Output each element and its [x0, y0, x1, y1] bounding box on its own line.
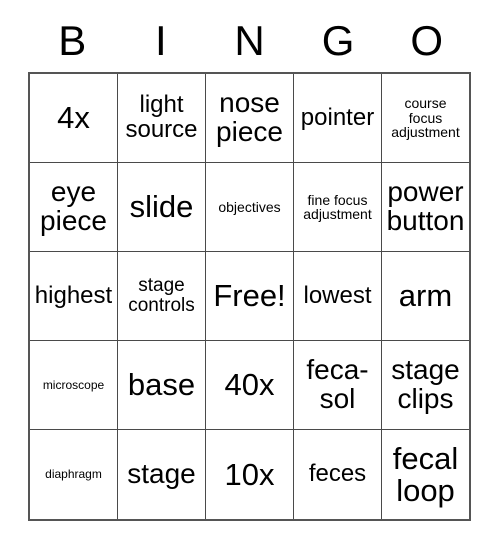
bingo-cell-g4[interactable]: feca- sol: [294, 341, 382, 429]
bingo-cell-label: diaphragm: [45, 467, 102, 482]
bingo-cell-i2[interactable]: slide: [118, 163, 206, 251]
bingo-cell-label: 10x: [224, 456, 275, 492]
bingo-cell-label: nose piece: [216, 87, 283, 147]
bingo-row-4: microscope base 40x feca- sol stage clip…: [30, 341, 469, 430]
bingo-cell-o4[interactable]: stage clips: [382, 341, 469, 429]
bingo-row-2: eye piece slide objectives fine focus ad…: [30, 163, 469, 252]
bingo-cell-g3[interactable]: lowest: [294, 252, 382, 340]
bingo-header-letter-g: G: [321, 17, 355, 64]
bingo-header-letter-o: O: [410, 17, 443, 64]
bingo-cell-n1[interactable]: nose piece: [206, 74, 294, 162]
bingo-grid: 4x light source nose piece pointer cours…: [28, 72, 471, 521]
bingo-cell-label: stage: [127, 458, 196, 490]
bingo-cell-b4[interactable]: microscope: [30, 341, 118, 429]
bingo-header-letter-n: N: [234, 17, 265, 64]
bingo-cell-g5[interactable]: feces: [294, 430, 382, 519]
bingo-header-letter-i: I: [155, 17, 167, 64]
bingo-cell-label: feca- sol: [306, 354, 369, 414]
bingo-cell-label: eye piece: [40, 176, 107, 236]
bingo-cell-o5[interactable]: fecal loop: [382, 430, 469, 519]
bingo-cell-b2[interactable]: eye piece: [30, 163, 118, 251]
bingo-cell-b1[interactable]: 4x: [30, 74, 118, 162]
bingo-card: B I N G O 4x light source nose piece poi…: [28, 10, 471, 521]
bingo-cell-label: power button: [386, 176, 465, 236]
bingo-header-letter-b: B: [58, 17, 87, 64]
bingo-cell-label: light source: [125, 91, 198, 143]
bingo-cell-o1[interactable]: course focus adjustment: [382, 74, 469, 162]
bingo-cell-label: arm: [398, 278, 453, 314]
bingo-cell-label: lowest: [303, 281, 372, 309]
bingo-cell-g1[interactable]: pointer: [294, 74, 382, 162]
bingo-cell-n2[interactable]: objectives: [206, 163, 294, 251]
bingo-cell-label: objectives: [218, 198, 281, 215]
bingo-cell-free-space[interactable]: Free!: [206, 252, 294, 340]
bingo-cell-label: fine focus adjustment: [303, 191, 372, 222]
bingo-cell-o2[interactable]: power button: [382, 163, 469, 251]
bingo-cell-label: 4x: [57, 100, 90, 136]
bingo-cell-label: slide: [129, 189, 194, 225]
bingo-cell-label: base: [127, 367, 196, 403]
bingo-cell-g2[interactable]: fine focus adjustment: [294, 163, 382, 251]
bingo-header-row: B I N G O: [28, 10, 471, 72]
bingo-cell-n5[interactable]: 10x: [206, 430, 294, 519]
bingo-cell-i3[interactable]: stage controls: [118, 252, 206, 340]
bingo-cell-n4[interactable]: 40x: [206, 341, 294, 429]
bingo-cell-i1[interactable]: light source: [118, 74, 206, 162]
bingo-cell-label: stage clips: [391, 354, 460, 414]
bingo-free-space-label: Free!: [213, 278, 286, 314]
bingo-row-1: 4x light source nose piece pointer cours…: [30, 74, 469, 163]
bingo-cell-label: course focus adjustment: [391, 95, 460, 141]
bingo-cell-label: stage controls: [128, 275, 195, 316]
bingo-cell-i5[interactable]: stage: [118, 430, 206, 519]
bingo-cell-label: 40x: [224, 367, 275, 403]
bingo-cell-label: pointer: [300, 103, 375, 131]
bingo-cell-label: highest: [34, 281, 113, 309]
bingo-cell-b5[interactable]: diaphragm: [30, 430, 118, 519]
bingo-row-5: diaphragm stage 10x feces fecal loop: [30, 430, 469, 519]
bingo-cell-label: feces: [308, 460, 367, 488]
bingo-row-3: highest stage controls Free! lowest arm: [30, 252, 469, 341]
bingo-cell-o3[interactable]: arm: [382, 252, 469, 340]
bingo-cell-b3[interactable]: highest: [30, 252, 118, 340]
bingo-cell-label: fecal loop: [392, 440, 459, 508]
bingo-cell-i4[interactable]: base: [118, 341, 206, 429]
bingo-cell-label: microscope: [42, 377, 105, 392]
